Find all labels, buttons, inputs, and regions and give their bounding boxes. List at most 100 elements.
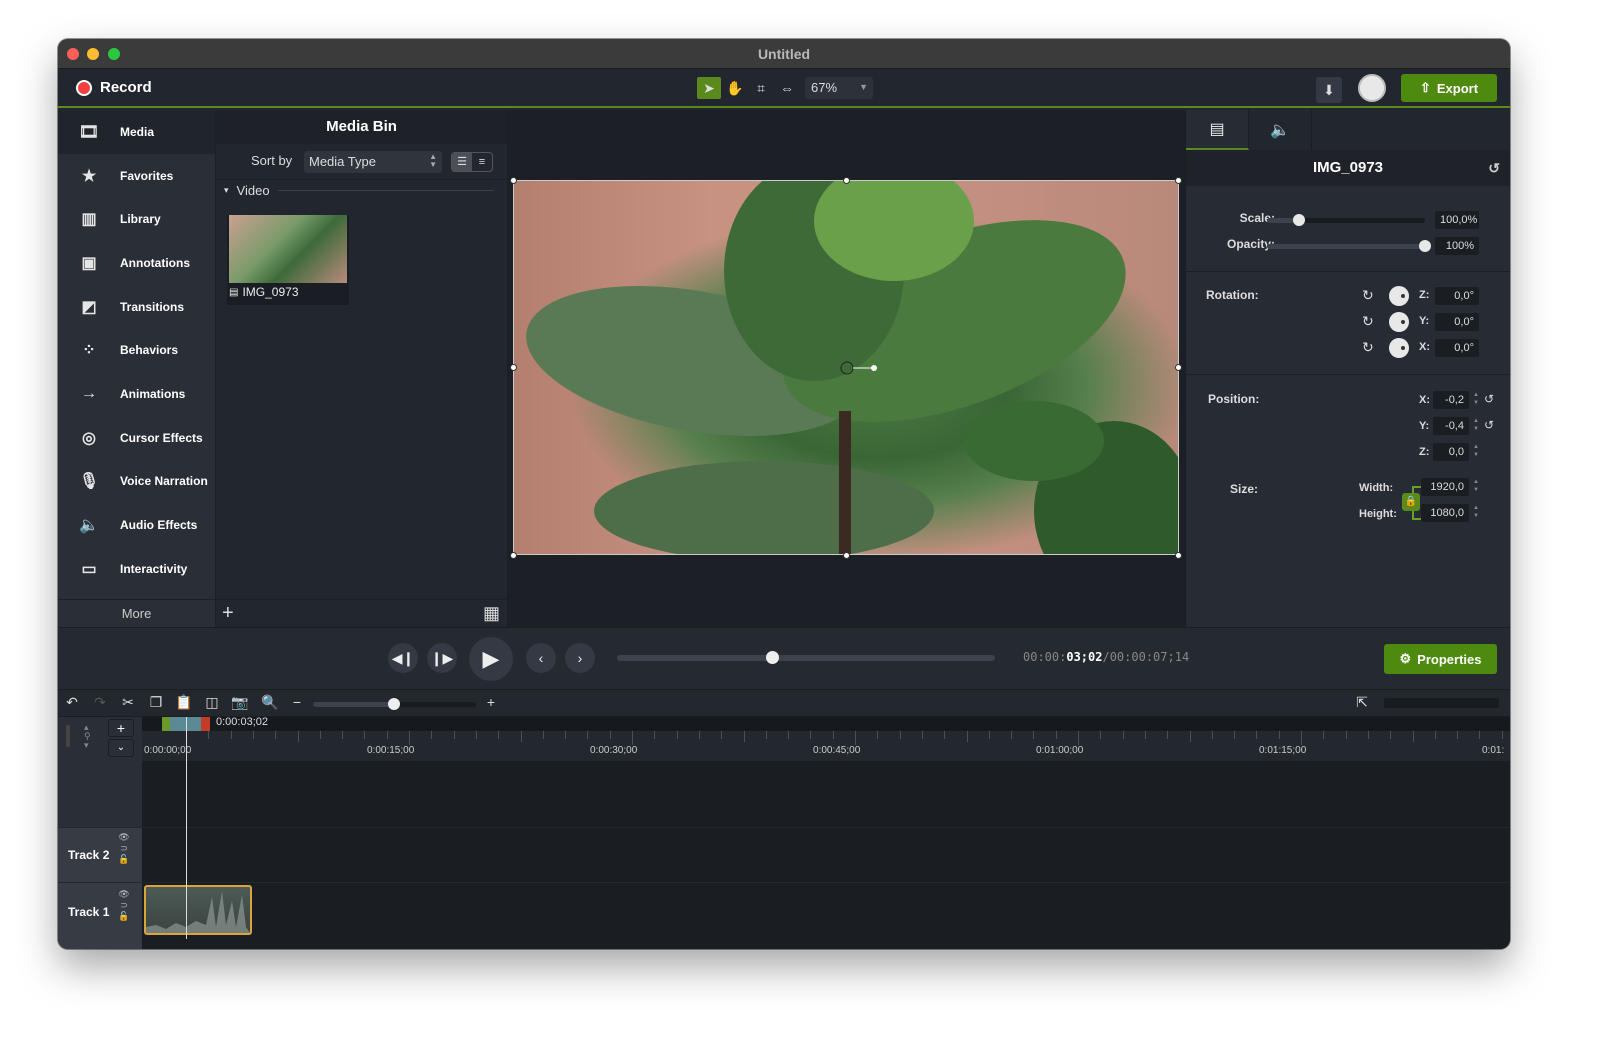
- width-field[interactable]: 1920,0: [1421, 478, 1469, 496]
- reset-icon[interactable]: ↺: [1484, 418, 1494, 432]
- select-tool[interactable]: ➤: [697, 77, 721, 99]
- magnet-icon[interactable]: ⊃: [120, 900, 128, 910]
- grid-view-icon[interactable]: ▦: [483, 603, 500, 624]
- resize-handle-left[interactable]: [510, 364, 517, 371]
- sort-descending-button[interactable]: ≡: [472, 153, 492, 171]
- step-back-button[interactable]: ◀❙: [388, 643, 418, 673]
- width-stepper[interactable]: ▲ ▼: [1473, 478, 1479, 494]
- eye-icon[interactable]: 👁: [118, 832, 129, 842]
- rotation-dial[interactable]: [1389, 338, 1409, 358]
- sidebar-item-annotations[interactable]: ▣ Annotations: [58, 241, 215, 285]
- sidebar-item-cursor-effects[interactable]: ◎ Cursor Effects: [58, 416, 215, 460]
- download-button[interactable]: ⬇: [1316, 77, 1342, 103]
- track-2-header[interactable]: Track 2 👁 ⊃ 🔓: [58, 827, 142, 882]
- previous-button[interactable]: ‹: [526, 643, 556, 673]
- video-section-header[interactable]: ▾ Video: [224, 183, 494, 198]
- track-2-lane[interactable]: [142, 827, 1510, 882]
- reset-icon[interactable]: ↺: [1488, 150, 1500, 186]
- resize-handle-tl[interactable]: [510, 177, 517, 184]
- next-button[interactable]: ›: [565, 643, 595, 673]
- resize-handle-bottom[interactable]: [843, 552, 850, 559]
- rotation-field[interactable]: 0,0°: [1435, 313, 1479, 331]
- sidebar-item-voice-narration[interactable]: 🎙 Voice Narration: [58, 460, 215, 504]
- split-button[interactable]: ◫: [201, 694, 223, 714]
- timeline-clip[interactable]: [144, 885, 252, 935]
- sort-by-select[interactable]: Media Type ▲ ▼: [304, 151, 442, 173]
- rotation-dial[interactable]: [1389, 312, 1409, 332]
- detach-timeline-button[interactable]: ⇱: [1351, 694, 1373, 714]
- scale-field[interactable]: 100,0%: [1435, 211, 1479, 229]
- zoom-timeline-button[interactable]: 🔍: [259, 694, 281, 714]
- opacity-field[interactable]: 100%: [1435, 237, 1479, 255]
- zoom-slider-knob[interactable]: [388, 698, 400, 710]
- lock-icon[interactable]: 🔓: [118, 854, 129, 864]
- track-1-lane[interactable]: [142, 882, 1510, 949]
- video-preview[interactable]: [513, 180, 1179, 555]
- tab-visual-properties[interactable]: ▤: [1186, 110, 1249, 150]
- undo-button[interactable]: ↶: [61, 694, 83, 714]
- resize-handle-right[interactable]: [1175, 364, 1182, 371]
- resize-handle-bl[interactable]: [510, 552, 517, 559]
- sidebar-item-favorites[interactable]: ★ Favorites: [58, 154, 215, 198]
- rotation-field[interactable]: 0,0°: [1435, 339, 1479, 357]
- height-stepper[interactable]: ▲ ▼: [1473, 504, 1479, 520]
- sidebar-item-animations[interactable]: → Animations: [58, 372, 215, 416]
- crop-tool[interactable]: ⌗: [749, 77, 773, 99]
- selection-out-handle[interactable]: [201, 717, 210, 731]
- sort-ascending-button[interactable]: ☰: [452, 153, 472, 171]
- position-field[interactable]: 0,0: [1433, 443, 1469, 461]
- properties-button[interactable]: ⚙ Properties: [1384, 644, 1497, 674]
- playback-scrubber[interactable]: [617, 651, 995, 664]
- position-field[interactable]: -0,2: [1433, 391, 1469, 409]
- sidebar-item-audio-effects[interactable]: 🔈 Audio Effects: [58, 503, 215, 547]
- redo-button[interactable]: ↷: [89, 694, 111, 714]
- record-button[interactable]: Record: [76, 79, 152, 96]
- lock-aspect-icon[interactable]: 🔒: [1402, 493, 1420, 511]
- track-options-button[interactable]: ⌄: [108, 739, 134, 757]
- cut-button[interactable]: ✂: [117, 694, 139, 714]
- magnet-icon[interactable]: ⊃: [120, 843, 128, 853]
- add-media-button[interactable]: +: [222, 602, 234, 625]
- opacity-slider-knob[interactable]: [1419, 240, 1431, 252]
- fit-tool[interactable]: ⇔: [775, 77, 799, 99]
- zoom-level-select[interactable]: 67% ▼: [805, 77, 873, 99]
- play-button[interactable]: ▶: [469, 637, 513, 681]
- playhead-line[interactable]: [186, 717, 187, 939]
- pan-tool[interactable]: ✋: [723, 77, 747, 99]
- add-track-button[interactable]: +: [108, 719, 134, 737]
- copy-button[interactable]: ❐: [145, 694, 167, 714]
- position-stepper[interactable]: ▲ ▼: [1473, 417, 1479, 433]
- media-item[interactable]: ▤ IMG_0973: [227, 215, 349, 305]
- lock-icon[interactable]: 🔓: [118, 911, 129, 921]
- scale-slider[interactable]: [1267, 214, 1425, 226]
- resize-handle-top[interactable]: [843, 177, 850, 184]
- scale-slider-knob[interactable]: [1292, 214, 1305, 226]
- position-stepper[interactable]: ▲ ▼: [1473, 443, 1479, 459]
- resize-handle-tr[interactable]: [1175, 177, 1182, 184]
- sidebar-item-transitions[interactable]: ◩ Transitions: [58, 285, 215, 329]
- reset-icon[interactable]: ↺: [1484, 392, 1494, 406]
- opacity-slider[interactable]: [1267, 240, 1431, 252]
- export-button[interactable]: ⇧ Export: [1401, 74, 1497, 102]
- timeline-zoom-slider[interactable]: [313, 698, 476, 710]
- snapshot-button[interactable]: 📷: [229, 694, 251, 714]
- resize-handle-br[interactable]: [1175, 552, 1182, 559]
- step-forward-button[interactable]: ❙▶: [427, 643, 457, 673]
- zoom-out-button[interactable]: −: [286, 694, 308, 714]
- track-height-slider[interactable]: [66, 725, 70, 747]
- eye-icon[interactable]: 👁: [118, 889, 129, 899]
- paste-button[interactable]: 📋: [173, 694, 195, 714]
- position-stepper[interactable]: ▲ ▼: [1473, 391, 1479, 407]
- rotation-field[interactable]: 0,0°: [1435, 287, 1479, 305]
- sidebar-item-interactivity[interactable]: ▭ Interactivity: [58, 547, 215, 591]
- track-1-header[interactable]: Track 1 👁 ⊃ 🔓: [58, 882, 142, 949]
- sidebar-item-behaviors[interactable]: ⁘ Behaviors: [58, 328, 215, 372]
- sidebar-item-library[interactable]: ▥ Library: [58, 197, 215, 241]
- more-button[interactable]: More: [58, 599, 215, 627]
- position-field[interactable]: -0,4: [1433, 417, 1469, 435]
- rotation-dial[interactable]: [1389, 286, 1409, 306]
- scrubber-knob[interactable]: [765, 651, 779, 664]
- account-avatar[interactable]: [1358, 74, 1386, 102]
- height-field[interactable]: 1080,0: [1421, 504, 1469, 522]
- timeline-scrollbar[interactable]: [1384, 698, 1499, 708]
